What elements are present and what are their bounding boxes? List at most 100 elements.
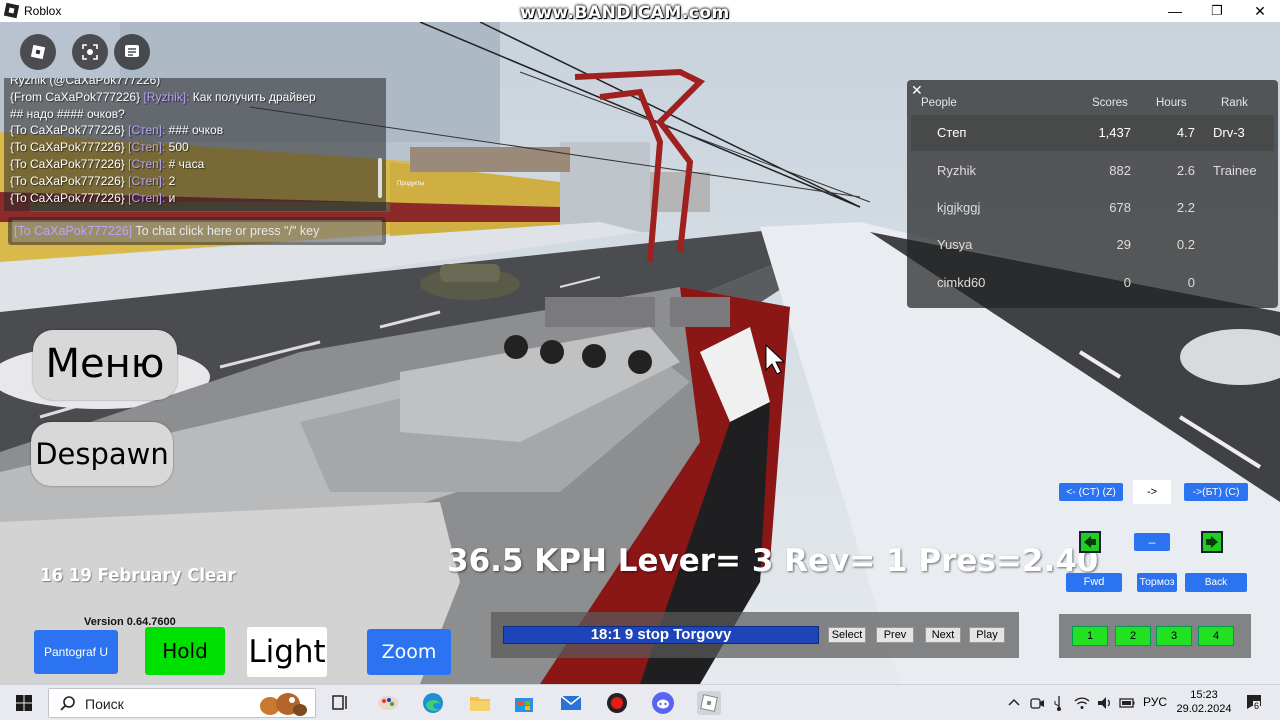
window-title: Roblox	[24, 4, 62, 18]
leaderboard-hours: 4.7	[1176, 125, 1195, 140]
date-weather-text: 16 19 February Clear	[40, 565, 236, 586]
tray-language[interactable]: РУС	[1143, 695, 1167, 709]
hazard-button[interactable]: –	[1134, 533, 1170, 551]
taskbar-app-paint[interactable]	[376, 691, 400, 715]
switch-left-button[interactable]: <- (CT) (Z)	[1059, 483, 1123, 501]
leaderboard-name: Yusya	[937, 237, 973, 252]
search-highlight-squirrel-icon	[260, 693, 307, 716]
tray-date: 29.02.2024	[1176, 703, 1232, 715]
leaderboard-rank: Trainee	[1213, 163, 1257, 178]
close-button[interactable]: ✕	[1240, 0, 1280, 22]
chat-message-msg: ### очков	[168, 123, 224, 138]
arrow-left-icon	[1084, 536, 1096, 548]
chat-scrollbar[interactable]	[378, 158, 382, 198]
light-button[interactable]: Light	[247, 627, 327, 677]
taskbar-app-store[interactable]	[512, 691, 536, 715]
leaderboard-rank: Drv-3	[1213, 125, 1245, 140]
speed-readout: 36.5 KPH Lever= 3 Rev= 1 Pres=2.40	[447, 543, 1099, 579]
minimize-button[interactable]: —	[1155, 0, 1195, 22]
tray-volume-icon[interactable]	[1096, 694, 1114, 712]
start-button[interactable]	[12, 691, 36, 715]
chat-message-prefix: {To CaXaPok777226}	[10, 140, 125, 155]
leaderboard-hours: 2.6	[1176, 163, 1195, 178]
chat-message-msg: 500	[168, 140, 189, 155]
notch-3-button[interactable]: 3	[1156, 626, 1192, 646]
tray-battery-icon[interactable]	[1118, 694, 1136, 712]
chat-message-speaker: [Степ]:	[128, 123, 166, 138]
tray-clock[interactable]: 15:23 29.02.2024	[1174, 688, 1234, 716]
notch-1-button[interactable]: 1	[1072, 626, 1108, 646]
roblox-menu-button[interactable]	[20, 34, 56, 70]
roblox-logo-icon	[30, 44, 46, 60]
taskbar-search[interactable]: Поиск	[48, 688, 316, 718]
route-display: 18:1 9 stop Torgovy	[503, 626, 819, 644]
windows-logo-icon	[16, 695, 32, 711]
chat-input-bar[interactable]: [To CaXaPok777226] To chat click here or…	[8, 217, 386, 245]
notch-2-button[interactable]: 2	[1115, 626, 1151, 646]
route-next-button[interactable]: Next	[925, 627, 961, 643]
hold-button[interactable]: Hold Off	[145, 627, 225, 711]
chat-window[interactable]: Ryzhik (@CaXaPok777226) {From CaXaPok7772…	[4, 78, 386, 211]
taskbar-app-discord[interactable]	[651, 691, 675, 715]
zoom-button[interactable]: Zoom	[367, 629, 451, 675]
leaderboard-row[interactable]: kjgjkggj 678 2.2	[911, 190, 1274, 226]
maximize-button[interactable]: ❐	[1197, 0, 1237, 22]
chat-message-prefix: {To CaXaPok777226}	[10, 190, 125, 205]
route-play-button[interactable]: Play	[969, 627, 1005, 643]
pantograph-button[interactable]: Pantograf U	[34, 630, 118, 674]
chat-message-msg: Как получить драйвер	[192, 89, 316, 104]
leaderboard-name: Ryzhik	[937, 163, 977, 178]
switch-right-button[interactable]: ->(БТ) (C)	[1184, 483, 1248, 501]
leaderboard-row[interactable]: Yusya 29 0.2	[911, 227, 1274, 263]
notification-count: 6	[1253, 701, 1261, 711]
brake-button[interactable]: Тормоз	[1137, 573, 1177, 592]
taskbar-app-roblox[interactable]	[697, 691, 721, 715]
taskbar-app-mail[interactable]	[559, 691, 583, 715]
taskbar-app-explorer[interactable]	[468, 691, 492, 715]
route-prev-button[interactable]: Prev	[876, 627, 914, 643]
tray-chevron-up-icon[interactable]	[1006, 695, 1022, 711]
notification-center-button[interactable]: 6	[1244, 692, 1264, 712]
despawn-button[interactable]: Despawn	[31, 422, 173, 486]
route-select-button[interactable]: Select	[828, 627, 866, 643]
chat-message: {To CaXaPok777226} [Степ]: и	[4, 190, 386, 207]
chat-input-prefix: [To CaXaPok777226]	[14, 224, 133, 238]
right-indicator-button[interactable]	[1201, 531, 1223, 553]
leaderboard-row[interactable]: cimkd60 0 0	[911, 265, 1274, 301]
menu-button[interactable]: Меню	[33, 330, 177, 400]
tray-meet-icon[interactable]	[1028, 694, 1046, 712]
header-scores: Scores	[1092, 97, 1128, 109]
chat-message-prefix: {To CaXaPok777226}	[10, 173, 125, 188]
task-view-icon	[332, 695, 347, 710]
notch-4-button[interactable]: 4	[1198, 626, 1234, 646]
taskbar-app-bandicam[interactable]	[605, 691, 629, 715]
chat-message-speaker: [Степ]:	[128, 156, 166, 171]
task-view-button[interactable]	[328, 691, 352, 715]
bandicam-watermark: www.BANDICAM.com	[520, 3, 730, 23]
folder-icon	[470, 697, 490, 711]
search-placeholder: Поиск	[85, 696, 124, 712]
leaderboard-row[interactable]: Степ 1,437 4.7 Drv-3	[911, 115, 1274, 151]
chat-message-msg: ## надо #### очков?	[10, 106, 125, 121]
tray-usb-icon[interactable]	[1050, 694, 1068, 712]
store-bag-icon	[515, 698, 533, 712]
roblox-logo-icon	[700, 694, 718, 712]
header-people: People	[921, 97, 957, 109]
back-button[interactable]: Back	[1185, 573, 1247, 592]
discord-icon	[652, 692, 674, 714]
forward-button[interactable]: Fwd	[1066, 573, 1122, 592]
chat-message-msg: и	[168, 190, 176, 205]
header-hours: Hours	[1156, 97, 1187, 109]
left-indicator-button[interactable]	[1079, 531, 1101, 553]
chat-icon	[125, 45, 139, 57]
leaderboard-row[interactable]: Ryzhik 882 2.6 Trainee	[911, 153, 1274, 189]
chat-message-prefix: {From CaXaPok777226}	[10, 89, 141, 104]
arrow-right-icon	[1206, 536, 1218, 548]
chat-message-speaker: [Степ]:	[128, 140, 166, 155]
chat-input[interactable]: [To CaXaPok777226] To chat click here or…	[12, 220, 382, 242]
tray-wifi-icon[interactable]	[1073, 694, 1091, 712]
taskbar-app-edge[interactable]	[421, 691, 445, 715]
chat-message-speaker: [Степ]:	[128, 190, 166, 205]
chat-toggle-button[interactable]	[114, 34, 150, 70]
selfie-mode-button[interactable]	[72, 34, 108, 70]
